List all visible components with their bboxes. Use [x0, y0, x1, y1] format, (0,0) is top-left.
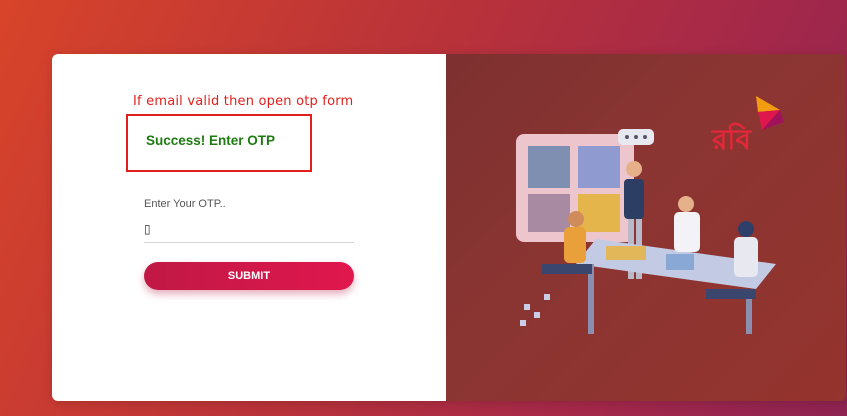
otp-label: Enter Your OTP..	[144, 198, 226, 210]
success-message: Success! Enter OTP	[146, 133, 276, 148]
success-alert: Success! Enter OTP	[126, 114, 312, 172]
annotation-note: If email valid then open otp form	[133, 94, 354, 109]
otp-panel: If email valid then open otp form Succes…	[52, 54, 446, 401]
team-meeting-illustration	[516, 129, 776, 334]
login-card: If email valid then open otp form Succes…	[52, 54, 846, 401]
illustration-panel: রবি	[446, 54, 846, 401]
submit-button[interactable]: SUBMIT	[144, 262, 354, 290]
otp-input[interactable]	[144, 216, 354, 243]
